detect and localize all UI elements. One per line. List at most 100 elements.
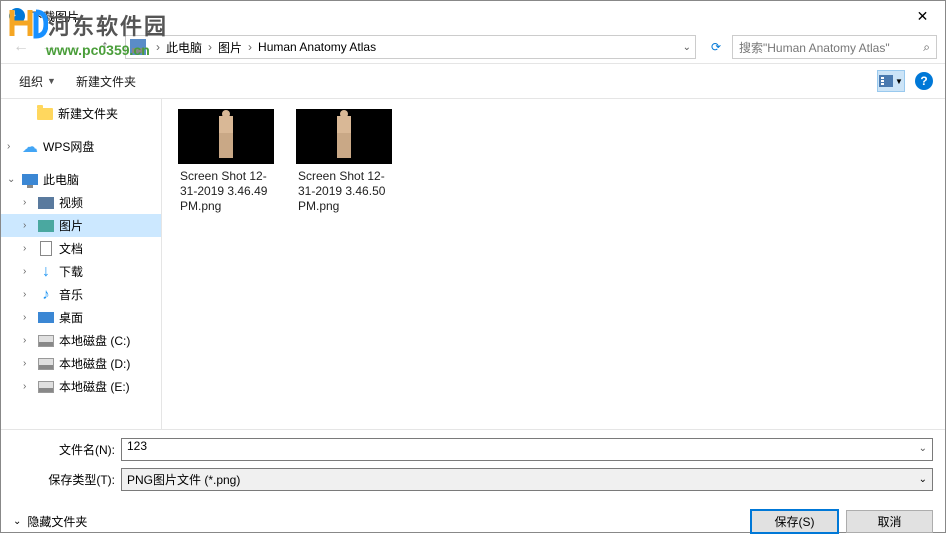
close-button[interactable]: ✕ — [900, 1, 945, 31]
file-thumbnail — [296, 109, 392, 164]
title-bar: 下载图片 ✕ — [1, 1, 945, 31]
chevron-right-icon: › — [208, 40, 212, 54]
filetype-select[interactable]: PNG图片文件 (*.png) ⌄ — [121, 468, 933, 491]
sidebar-item-thispc[interactable]: ⌄ 此电脑 — [1, 168, 161, 191]
sidebar-item-disk-d[interactable]: › 本地磁盘 (D:) — [1, 352, 161, 375]
expand-icon[interactable]: › — [23, 358, 33, 369]
file-list[interactable]: Screen Shot 12-31-2019 3.46.49 PM.png Sc… — [162, 99, 945, 429]
sidebar-item-disk-c[interactable]: › 本地磁盘 (C:) — [1, 329, 161, 352]
sidebar: 新建文件夹 › ☁ WPS网盘 ⌄ 此电脑 › 视频 › 图片 › 文档 — [1, 99, 162, 429]
sidebar-item-label: 本地磁盘 (C:) — [59, 332, 130, 349]
file-item[interactable]: Screen Shot 12-31-2019 3.46.49 PM.png — [178, 109, 276, 214]
breadcrumb-root[interactable]: 此电脑 — [166, 39, 202, 56]
save-label: 保存(S) — [775, 513, 815, 530]
back-button[interactable]: ← — [9, 35, 33, 59]
help-button[interactable]: ? — [915, 72, 933, 90]
disk-icon — [38, 381, 54, 393]
organize-label: 组织 — [19, 73, 43, 90]
sidebar-item-music[interactable]: › ♪ 音乐 — [1, 283, 161, 306]
arrow-right-icon: → — [41, 38, 57, 56]
download-icon: ↓ — [38, 264, 54, 280]
sidebar-item-desktop[interactable]: › 桌面 — [1, 306, 161, 329]
recent-button[interactable]: ⌄ — [65, 35, 89, 59]
sidebar-item-label: 图片 — [59, 217, 83, 234]
sidebar-item-label: 文档 — [59, 240, 83, 257]
music-icon: ♪ — [38, 287, 54, 303]
folder-icon — [37, 108, 53, 120]
file-item[interactable]: Screen Shot 12-31-2019 3.46.50 PM.png — [296, 109, 394, 214]
expand-icon[interactable]: › — [23, 381, 33, 392]
sidebar-item-label: 本地磁盘 (E:) — [59, 378, 130, 395]
cancel-label: 取消 — [877, 513, 901, 530]
nav-bar: ← → ⌄ ↑ › 此电脑 › 图片 › Human Anatomy Atlas… — [1, 31, 945, 64]
save-button[interactable]: 保存(S) — [751, 510, 838, 533]
sidebar-item-label: 此电脑 — [43, 171, 79, 188]
sidebar-item-label: 本地磁盘 (D:) — [59, 355, 130, 372]
caret-down-icon: ⌄ — [73, 42, 81, 53]
pictures-icon — [38, 220, 54, 232]
arrow-up-icon: ↑ — [101, 38, 109, 56]
filetype-value: PNG图片文件 (*.png) — [127, 471, 240, 488]
chevron-right-icon: › — [156, 40, 160, 54]
expand-icon[interactable]: › — [23, 312, 33, 323]
view-thumbnails-button[interactable]: ▼ — [877, 70, 905, 92]
sidebar-item-pictures[interactable]: › 图片 — [1, 214, 161, 237]
sidebar-item-label: 新建文件夹 — [58, 105, 118, 122]
filename-input[interactable]: 123 ⌄ — [121, 438, 933, 461]
caret-down-icon: ▼ — [895, 77, 903, 86]
breadcrumb[interactable]: › 此电脑 › 图片 › Human Anatomy Atlas ⌄ — [125, 35, 696, 59]
chevron-right-icon: › — [248, 40, 252, 54]
search-placeholder: 搜索"Human Anatomy Atlas" — [739, 39, 890, 56]
refresh-button[interactable]: ⟳ — [704, 35, 728, 59]
arrow-left-icon: ← — [13, 38, 29, 56]
sidebar-item-label: 下载 — [59, 263, 83, 280]
caret-down-icon: ▼ — [47, 76, 56, 86]
caret-down-icon: ⌄ — [13, 516, 21, 527]
refresh-icon: ⟳ — [711, 40, 721, 54]
up-button[interactable]: ↑ — [93, 35, 117, 59]
disk-icon — [38, 358, 54, 370]
organize-button[interactable]: 组织 ▼ — [13, 69, 62, 94]
sidebar-item-label: 桌面 — [59, 309, 83, 326]
hide-folders-button[interactable]: ⌄ 隐藏文件夹 — [13, 513, 87, 530]
app-icon — [9, 8, 25, 24]
thumbnails-icon — [879, 75, 893, 87]
sidebar-item-documents[interactable]: › 文档 — [1, 237, 161, 260]
forward-button[interactable]: → — [37, 35, 61, 59]
filetype-label: 保存类型(T): — [13, 471, 121, 488]
expand-icon[interactable]: › — [7, 141, 17, 152]
desktop-icon — [38, 312, 54, 323]
sidebar-item-downloads[interactable]: › ↓ 下载 — [1, 260, 161, 283]
pc-icon — [130, 39, 146, 55]
breadcrumb-p1[interactable]: 图片 — [218, 39, 242, 56]
search-icon: ⌕ — [923, 40, 930, 55]
file-name: Screen Shot 12-31-2019 3.46.49 PM.png — [178, 169, 276, 214]
help-icon: ? — [920, 74, 927, 88]
collapse-icon[interactable]: ⌄ — [7, 174, 17, 185]
toolbar: 组织 ▼ 新建文件夹 ▼ ? — [1, 64, 945, 99]
expand-icon[interactable]: › — [23, 243, 33, 254]
expand-icon[interactable]: › — [23, 220, 33, 231]
sidebar-item-wps[interactable]: › ☁ WPS网盘 — [1, 135, 161, 158]
sidebar-item-label: 视频 — [59, 194, 83, 211]
breadcrumb-dropdown-icon[interactable]: ⌄ — [683, 42, 691, 53]
window-title: 下载图片 — [31, 8, 79, 25]
sidebar-item-videos[interactable]: › 视频 — [1, 191, 161, 214]
document-icon — [40, 241, 52, 256]
cloud-icon: ☁ — [22, 139, 38, 155]
expand-icon[interactable]: › — [23, 289, 33, 300]
expand-icon[interactable]: › — [23, 197, 33, 208]
expand-icon[interactable]: › — [23, 335, 33, 346]
search-input[interactable]: 搜索"Human Anatomy Atlas" ⌕ — [732, 35, 937, 59]
sidebar-item-disk-e[interactable]: › 本地磁盘 (E:) — [1, 375, 161, 398]
new-folder-button[interactable]: 新建文件夹 — [70, 69, 142, 94]
disk-icon — [38, 335, 54, 347]
file-thumbnail — [178, 109, 274, 164]
file-name: Screen Shot 12-31-2019 3.46.50 PM.png — [296, 169, 394, 214]
cancel-button[interactable]: 取消 — [846, 510, 933, 533]
sidebar-item-newfolder[interactable]: 新建文件夹 — [1, 102, 161, 125]
caret-down-icon: ⌄ — [919, 474, 927, 485]
expand-icon[interactable]: › — [23, 266, 33, 277]
breadcrumb-p2[interactable]: Human Anatomy Atlas — [258, 40, 376, 54]
caret-down-icon[interactable]: ⌄ — [919, 443, 927, 454]
